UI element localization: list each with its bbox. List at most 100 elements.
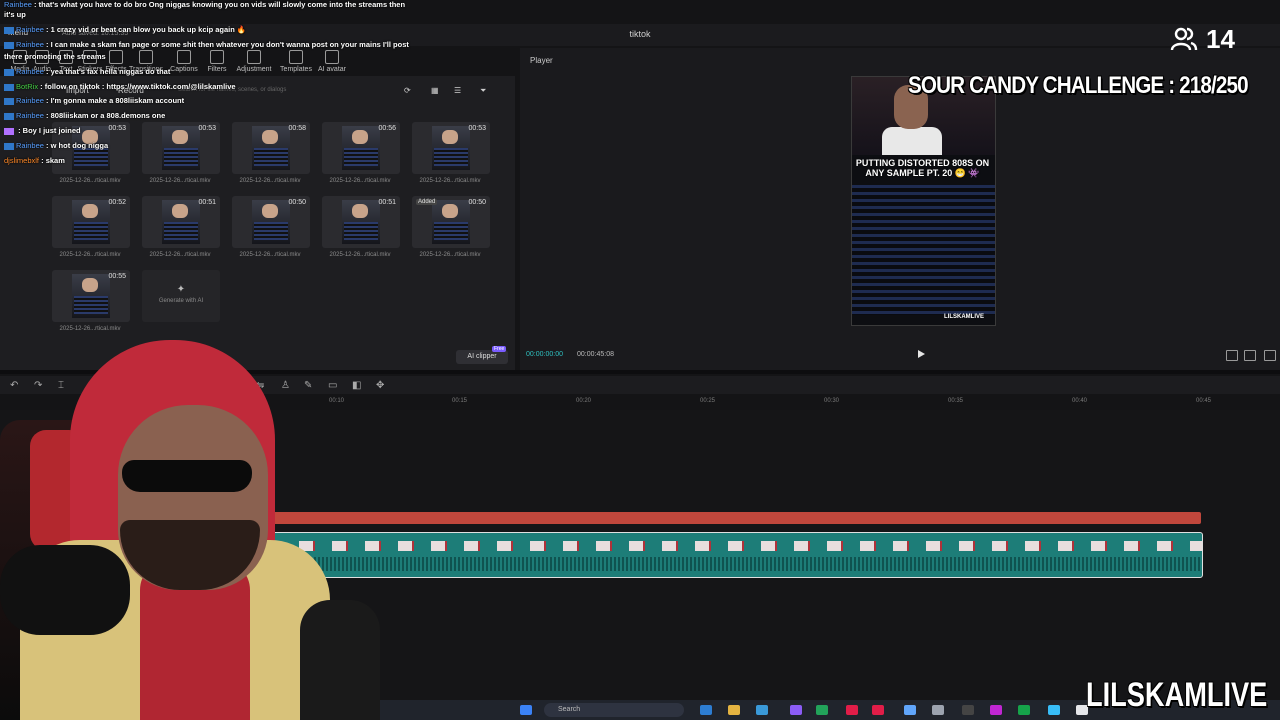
clip-name: 2025-12-26...rtical.mkv [329, 252, 391, 258]
ruler-tick: 00:20 [576, 398, 592, 404]
toolbar-adjustment[interactable]: Adjustment [234, 50, 274, 73]
taskbar-app-icon[interactable] [816, 705, 828, 715]
taskbar-app-icon[interactable] [1048, 705, 1060, 715]
chat-message: BotRix : follow on tiktok : https://www.… [4, 82, 236, 91]
chat-message: Rainbee : I can make a skam fan page or … [4, 40, 409, 49]
taskbar-app-icon[interactable] [872, 705, 884, 715]
taskbar-app-icon[interactable] [904, 705, 916, 715]
clip-name: 2025-12-26...rtical.mkv [59, 252, 121, 258]
clip-name: 2025-12-26...rtical.mkv [149, 252, 211, 258]
clip-name: 2025-12-26...rtical.mkv [59, 178, 121, 184]
fullscreen-icon[interactable] [1264, 350, 1276, 361]
challenge-counter: SOUR CANDY CHALLENGE : 218/250 [908, 72, 1249, 99]
refresh-icon[interactable]: ⟳ [404, 86, 411, 95]
media-clip[interactable]: 00:58 [232, 122, 310, 174]
windows-start-icon[interactable] [520, 705, 532, 715]
templates-icon [289, 50, 303, 64]
grid-view-icon[interactable]: ▦ [431, 86, 439, 95]
chat-user: Rainbee [16, 96, 44, 105]
clip-name: 2025-12-26...rtical.mkv [329, 178, 391, 184]
chat-message: djslimebxlf : skam [4, 156, 65, 165]
ruler-tick: 00:40 [1072, 398, 1088, 404]
audio-track-clip[interactable] [265, 512, 1201, 524]
sunglasses [122, 460, 252, 492]
viewer-count: 14 [1206, 24, 1235, 54]
media-clip[interactable]: 00:50 [232, 196, 310, 248]
taskbar-app-icon[interactable] [846, 705, 858, 715]
preview-caption: PUTTING DISTORTED 808S ON ANY SAMPLE PT.… [855, 158, 990, 178]
media-clip[interactable]: 00:53 [412, 122, 490, 174]
preview-watermark: LILSKAMLIVE [944, 314, 984, 320]
clip-name: 2025-12-26...rtical.mkv [419, 252, 481, 258]
ruler-tick: 00:25 [700, 398, 716, 404]
sort-icon[interactable]: ☰ [454, 86, 461, 95]
ai-clipper-button[interactable]: AI clipper [456, 350, 508, 364]
clip-name: 2025-12-26...rtical.mkv [419, 178, 481, 184]
taskbar-app-icon[interactable] [700, 705, 712, 715]
taskbar-app-icon[interactable] [932, 705, 944, 715]
clip-name: 2025-12-26...rtical.mkv [239, 178, 301, 184]
chat-user: Rainbee [4, 0, 32, 9]
ruler-tick: 00:45 [1196, 398, 1212, 404]
free-badge: Free [492, 346, 507, 352]
clip-duration: 00:53 [468, 125, 486, 132]
taskbar-app-icon[interactable] [1018, 705, 1030, 715]
clip-duration: 00:50 [288, 199, 306, 206]
clip-duration: 00:55 [108, 273, 126, 280]
ruler-tick: 00:35 [948, 398, 964, 404]
total-time: 00:00:45:08 [577, 351, 614, 358]
current-time: 00:00:00:00 [526, 351, 563, 358]
chat-message: Rainbee : I'm gonna make a 808liiskam ac… [4, 96, 184, 105]
ai-avatar-icon [325, 50, 339, 64]
toolbar-ai-avatar[interactable]: AI avatar [312, 50, 352, 73]
fit-icon[interactable] [1244, 350, 1256, 361]
taskbar-app-icon[interactable] [990, 705, 1002, 715]
filter-icon[interactable]: ⏷ [480, 86, 486, 96]
viewers-icon [1170, 27, 1198, 51]
video-track-clip[interactable] [265, 532, 1203, 578]
effects-icon [109, 50, 123, 64]
chat-message: : Boy I just joined [4, 126, 81, 135]
clip-duration: 00:53 [198, 125, 216, 132]
arm [300, 600, 380, 720]
ruler-tick: 00:15 [452, 398, 468, 404]
media-clip[interactable]: 00:51 [322, 196, 400, 248]
clip-name: 2025-12-26...rtical.mkv [59, 326, 121, 332]
clip-duration: 00:58 [288, 125, 306, 132]
clip-duration: 00:51 [198, 199, 216, 206]
added-badge: Added [416, 199, 438, 205]
play-icon[interactable] [918, 350, 925, 358]
ratio-icon[interactable] [1226, 350, 1238, 361]
toolbar-filters[interactable]: Filters [197, 50, 237, 73]
clip-duration: 00:51 [378, 199, 396, 206]
chat-user: BotRix [16, 82, 39, 91]
chat-message: Rainbee : yea that's fax hella niggas do… [4, 67, 170, 76]
captions-icon [177, 50, 191, 64]
media-clip[interactable]: 00:56 [322, 122, 400, 174]
ruler-tick: 00:30 [824, 398, 840, 404]
taskbar-app-icon[interactable] [756, 705, 768, 715]
media-clip[interactable]: 00:52 [52, 196, 130, 248]
transitions-icon [139, 50, 153, 64]
filters-icon [210, 50, 224, 64]
clip-duration: 00:56 [378, 125, 396, 132]
media-clip[interactable]: Added 00:50 [412, 196, 490, 248]
chat-message: it's up [4, 10, 26, 19]
taskbar-app-icon[interactable] [790, 705, 802, 715]
chat-message: Rainbee : w hot dog nigga [4, 141, 108, 150]
chat-user: Rainbee [16, 40, 44, 49]
taskbar-search[interactable]: Search [544, 703, 684, 717]
clip-duration: 00:53 [108, 125, 126, 132]
media-clip[interactable]: 00:51 [142, 196, 220, 248]
media-clip[interactable]: 00:53 [142, 122, 220, 174]
taskbar-app-icon[interactable] [962, 705, 974, 715]
generate-with-ai-button[interactable]: ✦ Generate with AI [142, 270, 220, 322]
toolbar-templates[interactable]: Templates [276, 50, 316, 73]
video-preview[interactable] [851, 76, 996, 326]
chat-user: djslimebxlf [4, 156, 40, 165]
media-clip[interactable]: 00:55 [52, 270, 130, 322]
sparkle-icon: ✦ [176, 284, 186, 295]
folder-icon[interactable] [728, 705, 740, 715]
chat-message: Rainbee : that's what you have to do bro… [4, 0, 406, 9]
clip-name: 2025-12-26...rtical.mkv [239, 252, 301, 258]
